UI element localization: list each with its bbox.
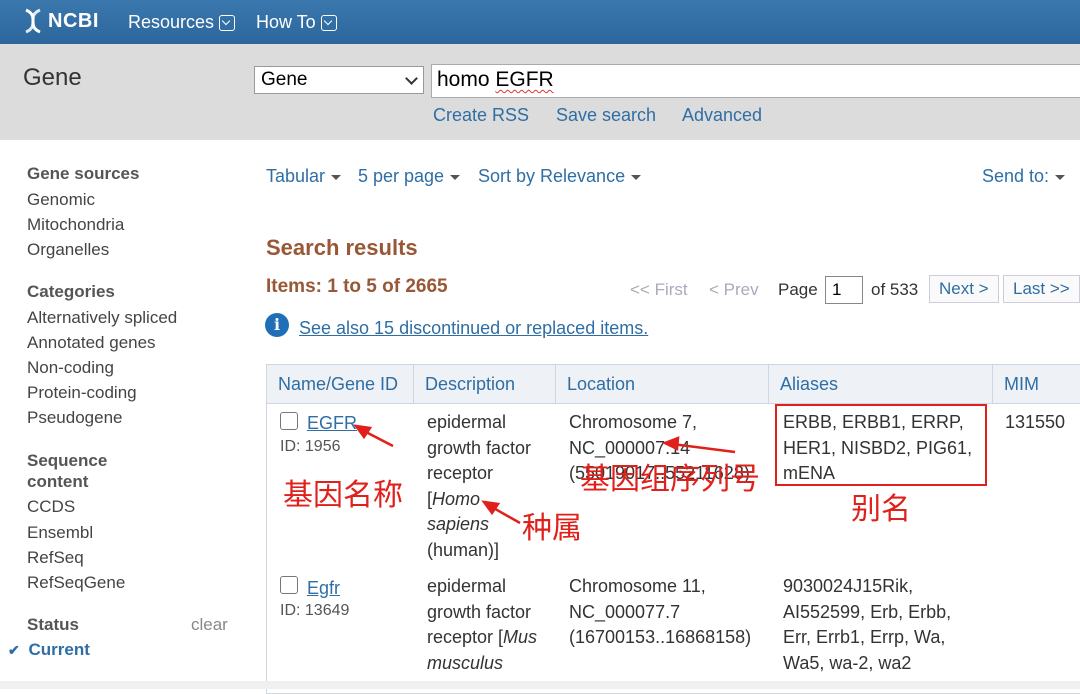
arrowhead-icon	[353, 424, 373, 440]
arrowhead-icon	[661, 436, 680, 451]
annotation-accession: 基因组序列号	[580, 462, 760, 497]
annotation-gene-name: 基因名称	[283, 478, 403, 513]
annotation-arrows	[353, 424, 736, 525]
annotation-species: 种属	[522, 511, 582, 546]
arrowhead-icon	[481, 500, 501, 516]
bottom-edge	[0, 681, 1080, 689]
annotation-alias: 别名	[851, 492, 911, 527]
accession-arrow	[671, 442, 736, 454]
